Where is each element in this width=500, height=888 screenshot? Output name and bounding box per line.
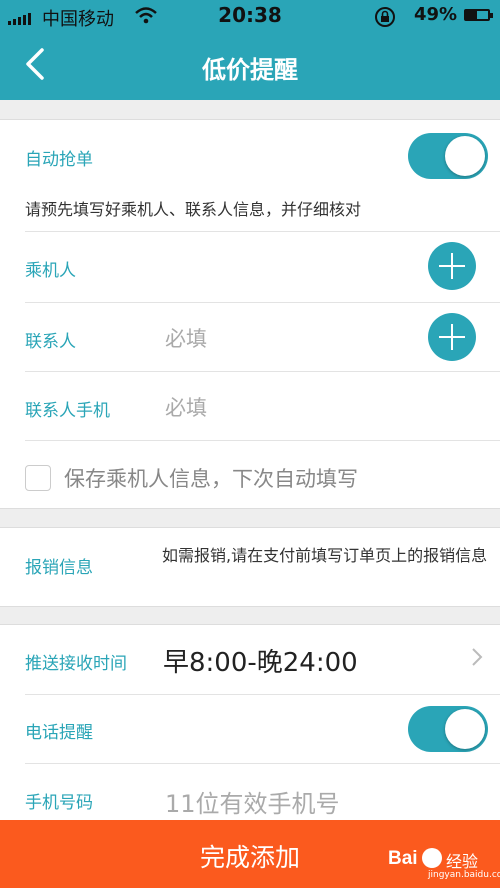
passenger-row[interactable]: 乘机人 <box>0 232 500 302</box>
reimbursement-text: 如需报销,请在支付前填写订单页上的报销信息 <box>162 546 488 565</box>
phone-reminder-row: 电话提醒 <box>0 695 500 763</box>
reimbursement-label: 报销信息 <box>25 558 93 578</box>
contact-input[interactable]: 必填 <box>165 323 207 353</box>
auto-grab-hint: 请预先填写好乘机人、联系人信息，并仔细核对 <box>25 200 362 219</box>
mobile-label: 手机号码 <box>25 793 93 813</box>
baidu-jingyan-watermark: Bai 经验 jingyan.baidu.com <box>388 840 500 880</box>
contact-row[interactable]: 联系人 必填 <box>0 303 500 371</box>
reimbursement-card: 报销信息 如需报销,请在支付前填写订单页上的报销信息 <box>0 527 500 607</box>
watermark-site: jingyan.baidu.com <box>428 870 500 880</box>
battery-percent: 49% <box>414 4 458 25</box>
save-info-checkbox[interactable] <box>25 465 51 491</box>
watermark-brand: Bai <box>388 848 418 869</box>
add-passenger-plus-icon[interactable] <box>428 242 476 290</box>
passenger-label: 乘机人 <box>25 261 76 281</box>
auto-grab-row: 自动抢单 请预先填写好乘机人、联系人信息，并仔细核对 <box>0 120 500 230</box>
mobile-row[interactable]: 手机号码 11位有效手机号 <box>0 764 500 824</box>
contact-label: 联系人 <box>25 332 76 352</box>
navigation-bar: 低价提醒 <box>0 30 500 100</box>
contact-phone-input[interactable]: 必填 <box>165 392 207 422</box>
push-time-row[interactable]: 推送接收时间 早8:00-晚24:00 <box>0 625 500 694</box>
baidu-paw-icon <box>422 848 442 868</box>
auto-grab-label: 自动抢单 <box>25 150 93 170</box>
push-time-label: 推送接收时间 <box>25 654 127 674</box>
add-contact-plus-icon[interactable] <box>428 313 476 361</box>
status-bar: 中国移动 20:38 49% <box>0 0 500 30</box>
mobile-input[interactable]: 11位有效手机号 <box>165 784 340 819</box>
push-time-value[interactable]: 早8:00-晚24:00 <box>163 642 358 679</box>
submit-bar[interactable]: 完成添加 Bai 经验 jingyan.baidu.com <box>0 820 500 888</box>
passenger-info-card: 自动抢单 请预先填写好乘机人、联系人信息，并仔细核对 乘机人 联系人 必填 联系… <box>0 119 500 509</box>
contact-phone-label: 联系人手机 <box>25 401 110 421</box>
battery-icon <box>464 9 493 21</box>
save-info-label[interactable]: 保存乘机人信息，下次自动填写 <box>64 463 358 493</box>
push-settings-card: 推送接收时间 早8:00-晚24:00 电话提醒 手机号码 11位有效手机号 <box>0 624 500 826</box>
chevron-right-icon[interactable] <box>470 645 484 675</box>
phone-reminder-label: 电话提醒 <box>25 723 93 743</box>
phone-reminder-toggle[interactable] <box>408 706 488 752</box>
page-title: 低价提醒 <box>202 56 298 84</box>
contact-phone-row[interactable]: 联系人手机 必填 <box>0 372 500 440</box>
save-info-row[interactable]: 保存乘机人信息，下次自动填写 <box>0 441 500 507</box>
watermark-suffix: 经验 <box>446 852 479 871</box>
auto-grab-toggle[interactable] <box>408 133 488 179</box>
rotation-lock-icon <box>374 6 396 33</box>
